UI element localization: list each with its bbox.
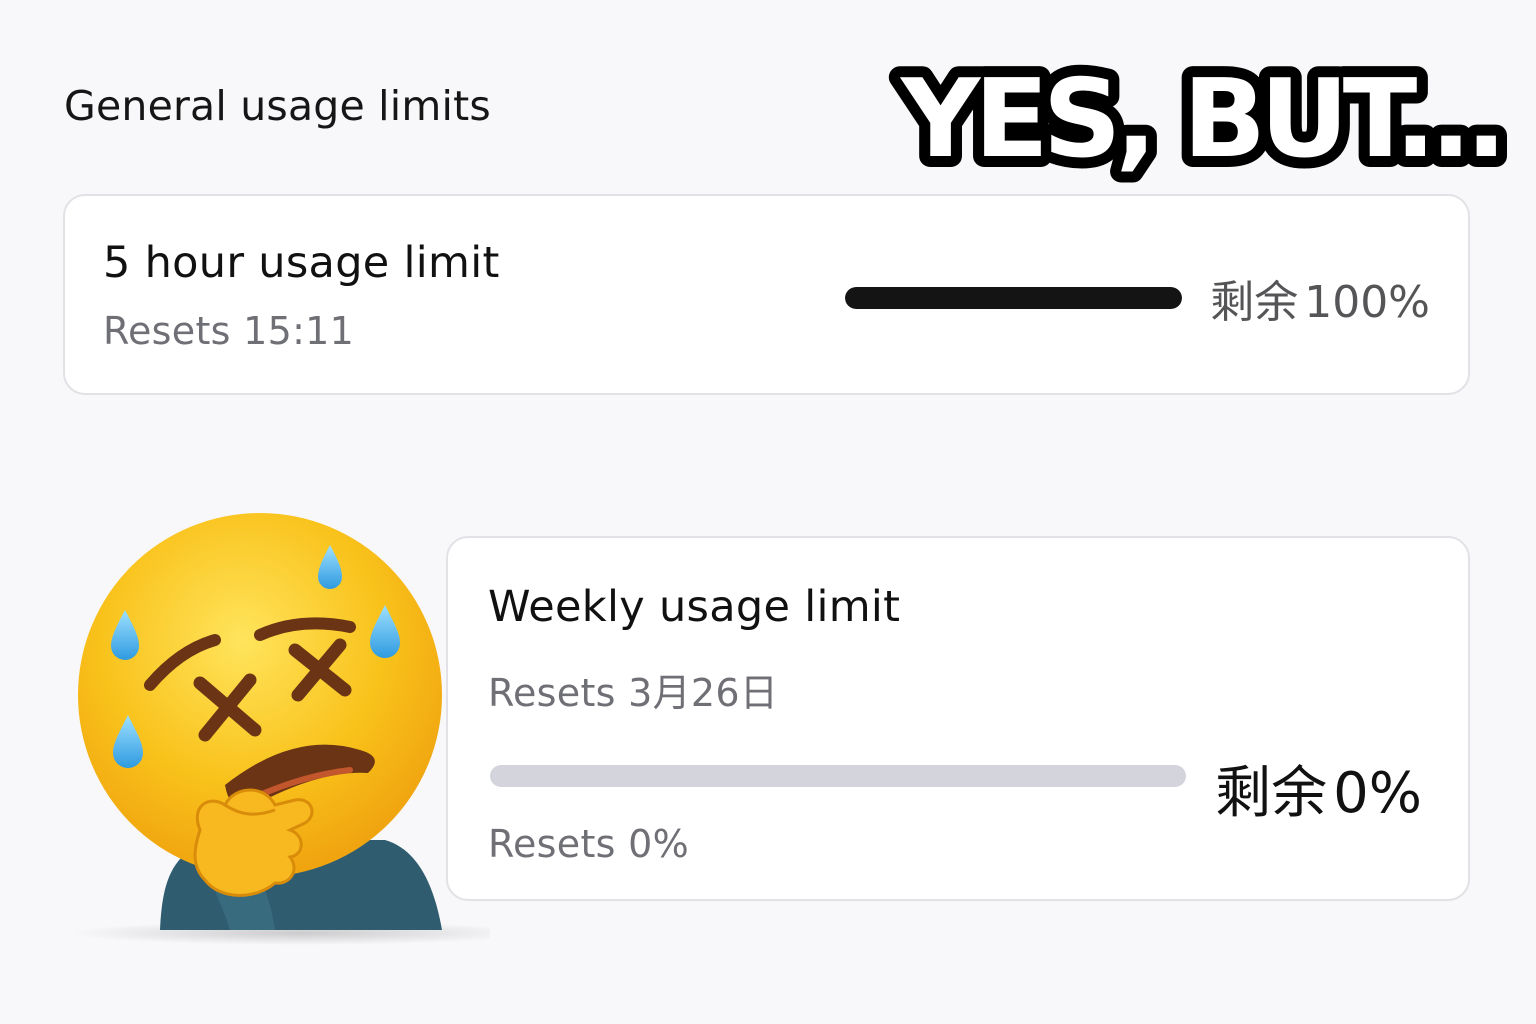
usage-limits-page: General usage limits YES, BUT... 5 hour … <box>0 0 1536 1024</box>
weekly-remaining: 剩余 0% <box>1215 748 1422 829</box>
weekly-limit-title: Weekly usage limit <box>488 582 901 632</box>
five-hour-limit-title: 5 hour usage limit <box>103 238 500 288</box>
five-hour-remaining: 剩余 100% <box>1210 266 1430 330</box>
weekly-remaining-label: 剩余 <box>1215 761 1328 826</box>
five-hour-remaining-value: 100% <box>1304 277 1430 328</box>
weekly-remaining-value: 0% <box>1333 761 1422 826</box>
five-hour-progress-bar <box>845 287 1182 309</box>
weekly-progress-bar <box>490 765 1186 787</box>
five-hour-limit-card: 5 hour usage limit Resets 15:11 剩余 100% <box>63 194 1470 395</box>
five-hour-progress-fill <box>845 287 1182 309</box>
weekly-reset-date: Resets 3月26日 <box>488 671 779 715</box>
five-hour-reset-time: Resets 15:11 <box>103 309 355 353</box>
meme-caption-text: YES, BUT... <box>899 57 1501 182</box>
weekly-footer-text: Resets 0% <box>488 822 690 866</box>
weekly-limit-card: Weekly usage limit Resets 3月26日 剩余 0% Res… <box>446 536 1470 901</box>
meme-caption: YES, BUT... <box>888 46 1516 193</box>
page-title: General usage limits <box>64 82 491 130</box>
dizzy-thinking-sweat-face-icon <box>70 513 490 945</box>
five-hour-remaining-label: 剩余 <box>1210 277 1299 328</box>
